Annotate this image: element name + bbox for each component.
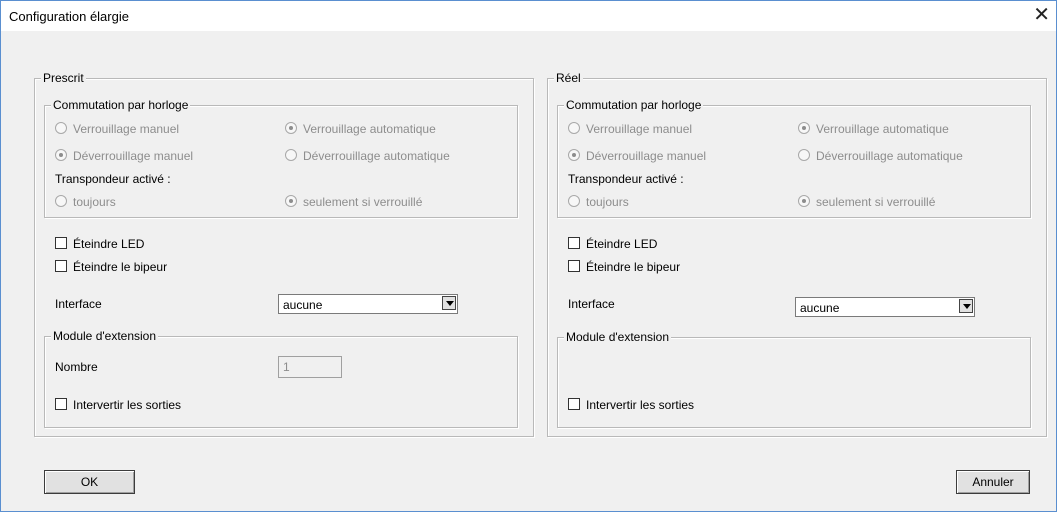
select-value: aucune [800, 301, 840, 315]
radio-label: toujours [586, 195, 629, 209]
reel-radio-seulement[interactable]: seulement si verrouillé [798, 195, 935, 209]
checkbox-label: Intervertir les sorties [73, 398, 182, 412]
radio-label: toujours [73, 195, 116, 209]
reel-module-legend: Module d'extension [564, 330, 672, 344]
reel-module-group: Module d'extension [557, 330, 1031, 428]
chevron-down-icon[interactable] [442, 296, 456, 310]
reel-radio-deverrouillage-manuel[interactable]: Déverrouillage manuel [568, 149, 706, 163]
checkbox-icon [55, 237, 67, 249]
checkbox-label: Éteindre LED [73, 237, 145, 251]
checkbox-label: Éteindre le bipeur [586, 260, 681, 274]
reel-checkbox-eteindre-led[interactable]: Éteindre LED [568, 237, 657, 251]
radio-checked-icon [285, 122, 297, 134]
prescrit-interface-label: Interface [55, 297, 102, 311]
radio-label: Déverrouillage manuel [586, 149, 707, 163]
close-icon[interactable]: ✕ [1033, 4, 1050, 26]
reel-checkbox-intervertir[interactable]: Intervertir les sorties [568, 398, 694, 412]
prescrit-nombre-field: 1 [278, 356, 342, 378]
reel-transpondeur-label: Transpondeur activé : [568, 172, 684, 186]
prescrit-checkbox-eteindre-bipeur[interactable]: Éteindre le bipeur [55, 260, 167, 274]
reel-interface-label: Interface [568, 297, 615, 311]
prescrit-module-legend: Module d'extension [51, 329, 159, 343]
prescrit-commutation-legend: Commutation par horloge [51, 98, 191, 112]
reel-radio-verrouillage-auto[interactable]: Verrouillage automatique [798, 122, 949, 136]
window-title: Configuration élargie [9, 9, 129, 24]
reel-radio-toujours[interactable]: toujours [568, 195, 629, 209]
field-value: 1 [283, 360, 290, 374]
reel-commutation-legend: Commutation par horloge [564, 98, 704, 112]
checkbox-label: Intervertir les sorties [586, 398, 695, 412]
checkbox-icon [55, 260, 67, 272]
radio-label: Déverrouillage automatique [816, 149, 963, 163]
prescrit-radio-verrouillage-auto[interactable]: Verrouillage automatique [285, 122, 436, 136]
radio-icon [55, 195, 67, 207]
title-bar: Configuration élargie ✕ [1, 1, 1056, 31]
radio-label: Verrouillage manuel [73, 122, 180, 136]
radio-icon [285, 149, 297, 161]
radio-label: Verrouillage manuel [586, 122, 693, 136]
prescrit-transpondeur-label: Transpondeur activé : [55, 172, 171, 186]
checkbox-icon [55, 398, 67, 410]
prescrit-nombre-label: Nombre [55, 360, 98, 374]
radio-label: Déverrouillage automatique [303, 149, 450, 163]
radio-checked-icon [285, 195, 297, 207]
prescrit-radio-deverrouillage-auto[interactable]: Déverrouillage automatique [285, 149, 450, 163]
reel-legend: Réel [554, 71, 583, 85]
radio-checked-icon [55, 149, 67, 161]
prescrit-legend: Prescrit [41, 71, 86, 85]
reel-radio-verrouillage-manuel[interactable]: Verrouillage manuel [568, 122, 692, 136]
radio-label: Déverrouillage manuel [73, 149, 194, 163]
prescrit-interface-select[interactable]: aucune [278, 294, 458, 314]
radio-icon [568, 122, 580, 134]
prescrit-radio-toujours[interactable]: toujours [55, 195, 116, 209]
prescrit-radio-verrouillage-manuel[interactable]: Verrouillage manuel [55, 122, 179, 136]
radio-icon [55, 122, 67, 134]
dialog-window: Configuration élargie ✕ Prescrit Commuta… [0, 0, 1057, 512]
prescrit-module-group: Module d'extension [44, 329, 518, 428]
checkbox-label: Éteindre LED [586, 237, 658, 251]
select-value: aucune [283, 298, 323, 312]
reel-radio-deverrouillage-auto[interactable]: Déverrouillage automatique [798, 149, 963, 163]
radio-icon [798, 149, 810, 161]
radio-checked-icon [798, 122, 810, 134]
prescrit-checkbox-eteindre-led[interactable]: Éteindre LED [55, 237, 144, 251]
checkbox-label: Éteindre le bipeur [73, 260, 168, 274]
checkbox-icon [568, 260, 580, 272]
radio-checked-icon [568, 149, 580, 161]
prescrit-radio-seulement[interactable]: seulement si verrouillé [285, 195, 422, 209]
radio-label: Verrouillage automatique [303, 122, 436, 136]
cancel-button[interactable]: Annuler [956, 470, 1030, 494]
radio-checked-icon [798, 195, 810, 207]
ok-button[interactable]: OK [44, 470, 135, 494]
radio-label: seulement si verrouillé [816, 195, 936, 209]
radio-label: seulement si verrouillé [303, 195, 423, 209]
chevron-down-icon[interactable] [959, 299, 973, 313]
prescrit-checkbox-intervertir[interactable]: Intervertir les sorties [55, 398, 181, 412]
reel-checkbox-eteindre-bipeur[interactable]: Éteindre le bipeur [568, 260, 680, 274]
radio-icon [568, 195, 580, 207]
radio-label: Verrouillage automatique [816, 122, 949, 136]
checkbox-icon [568, 237, 580, 249]
reel-interface-select[interactable]: aucune [795, 297, 975, 317]
prescrit-radio-deverrouillage-manuel[interactable]: Déverrouillage manuel [55, 149, 193, 163]
checkbox-icon [568, 398, 580, 410]
